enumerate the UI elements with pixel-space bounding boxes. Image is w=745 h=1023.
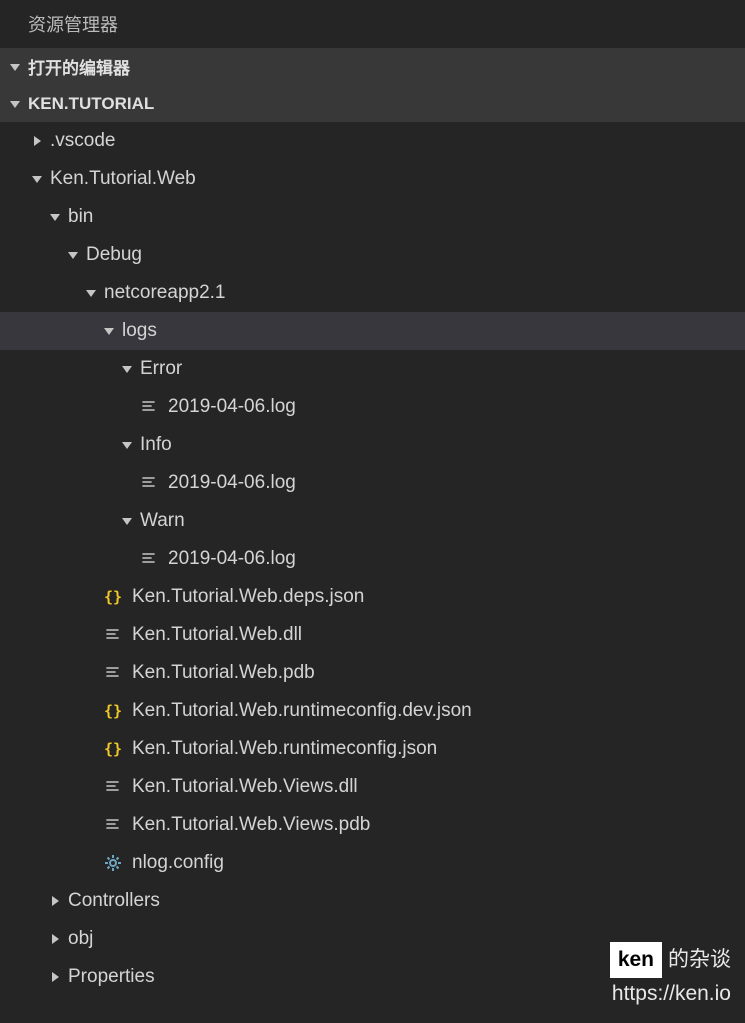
file-icon — [138, 472, 160, 494]
watermark-url: https://ken.io — [610, 978, 731, 1010]
explorer-title-text: 资源管理器 — [28, 11, 118, 37]
tree-row[interactable]: Error — [0, 350, 745, 388]
tree-row[interactable]: Info — [0, 426, 745, 464]
chevron-down-icon — [102, 324, 116, 338]
tree-row[interactable]: Ken.Tutorial.Web.Views.dll — [0, 768, 745, 806]
watermark-brand: ken — [610, 942, 662, 978]
project-label: KEN.TUTORIAL — [28, 94, 154, 114]
explorer-title: 资源管理器 — [0, 0, 745, 48]
tree-item-label: Warn — [140, 510, 185, 532]
tree-item-label: Ken.Tutorial.Web.deps.json — [132, 586, 364, 608]
json-icon: {} — [102, 700, 124, 722]
tree-item-label: 2019-04-06.log — [168, 396, 296, 418]
chevron-down-icon — [84, 286, 98, 300]
watermark-suffix: 的杂谈 — [668, 944, 731, 976]
chevron-down-icon — [30, 172, 44, 186]
chevron-right-icon — [48, 970, 62, 984]
chevron-right-icon — [48, 894, 62, 908]
tree-row[interactable]: Debug — [0, 236, 745, 274]
tree-item-label: nlog.config — [132, 852, 224, 874]
svg-text:{}: {} — [104, 740, 122, 758]
open-editors-label: 打开的编辑器 — [28, 54, 130, 79]
file-icon — [138, 548, 160, 570]
file-icon — [102, 624, 124, 646]
section-open-editors[interactable]: 打开的编辑器 — [0, 48, 745, 85]
tree-item-label: Properties — [68, 966, 155, 988]
svg-text:{}: {} — [104, 588, 122, 606]
tree-row[interactable]: Controllers — [0, 882, 745, 920]
tree-item-label: logs — [122, 320, 157, 342]
chevron-right-icon — [48, 932, 62, 946]
tree-item-label: Ken.Tutorial.Web.dll — [132, 624, 302, 646]
tree-row[interactable]: Ken.Tutorial.Web.dll — [0, 616, 745, 654]
tree-row[interactable]: {} Ken.Tutorial.Web.runtimeconfig.json — [0, 730, 745, 768]
chevron-down-icon — [8, 97, 22, 111]
tree-row[interactable]: {} Ken.Tutorial.Web.deps.json — [0, 578, 745, 616]
svg-text:{}: {} — [104, 702, 122, 720]
file-icon — [102, 814, 124, 836]
chevron-down-icon — [66, 248, 80, 262]
chevron-down-icon — [48, 210, 62, 224]
tree-row[interactable]: Ken.Tutorial.Web.pdb — [0, 654, 745, 692]
tree-item-label: Info — [140, 434, 172, 456]
tree-item-label: Debug — [86, 244, 142, 266]
tree-row[interactable]: Ken.Tutorial.Web.Views.pdb — [0, 806, 745, 844]
tree-item-label: Ken.Tutorial.Web.pdb — [132, 662, 315, 684]
tree-row[interactable]: 2019-04-06.log — [0, 540, 745, 578]
tree-row[interactable]: nlog.config — [0, 844, 745, 882]
tree-item-label: 2019-04-06.log — [168, 548, 296, 570]
tree-item-label: .vscode — [50, 130, 115, 152]
tree-item-label: bin — [68, 206, 93, 228]
chevron-down-icon — [8, 60, 22, 74]
tree-row[interactable]: .vscode — [0, 122, 745, 160]
watermark: ken 的杂谈 https://ken.io — [610, 942, 731, 1009]
file-icon — [102, 776, 124, 798]
gear-icon — [102, 852, 124, 874]
json-icon: {} — [102, 586, 124, 608]
chevron-down-icon — [120, 438, 134, 452]
tree-row[interactable]: 2019-04-06.log — [0, 464, 745, 502]
chevron-right-icon — [30, 134, 44, 148]
tree-item-label: Ken.Tutorial.Web.runtimeconfig.dev.json — [132, 700, 472, 722]
tree-item-label: Ken.Tutorial.Web.Views.dll — [132, 776, 358, 798]
file-icon — [138, 396, 160, 418]
tree-item-label: Ken.Tutorial.Web.runtimeconfig.json — [132, 738, 437, 760]
file-tree: .vscode Ken.Tutorial.Web bin Debug netcoreap… — [0, 122, 745, 996]
tree-row[interactable]: logs — [0, 312, 745, 350]
tree-row[interactable]: Warn — [0, 502, 745, 540]
tree-row[interactable]: {} Ken.Tutorial.Web.runtimeconfig.dev.jso… — [0, 692, 745, 730]
tree-item-label: obj — [68, 928, 93, 950]
tree-row[interactable]: bin — [0, 198, 745, 236]
chevron-down-icon — [120, 362, 134, 376]
tree-item-label: Ken.Tutorial.Web.Views.pdb — [132, 814, 370, 836]
json-icon: {} — [102, 738, 124, 760]
tree-row[interactable]: 2019-04-06.log — [0, 388, 745, 426]
tree-item-label: Controllers — [68, 890, 160, 912]
file-icon — [102, 662, 124, 684]
tree-item-label: Error — [140, 358, 182, 380]
chevron-down-icon — [120, 514, 134, 528]
tree-item-label: Ken.Tutorial.Web — [50, 168, 196, 190]
tree-row[interactable]: netcoreapp2.1 — [0, 274, 745, 312]
section-project[interactable]: KEN.TUTORIAL — [0, 85, 745, 122]
tree-row[interactable]: Ken.Tutorial.Web — [0, 160, 745, 198]
tree-item-label: netcoreapp2.1 — [104, 282, 226, 304]
tree-item-label: 2019-04-06.log — [168, 472, 296, 494]
